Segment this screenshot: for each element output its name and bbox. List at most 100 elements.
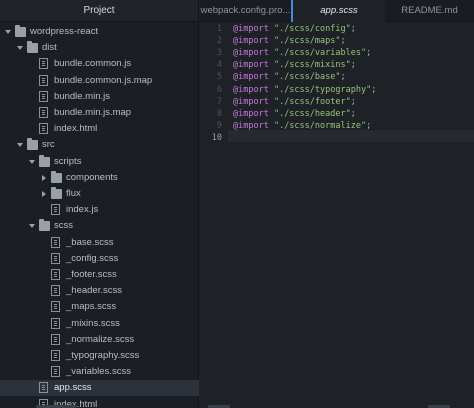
current-line-highlight: [228, 130, 474, 142]
line-number-gutter: 1 2 3 4 5 6 7 8 9 10: [200, 22, 228, 408]
file-icon: [39, 123, 48, 135]
project-sidebar: Project wordpress-react dist bundle.common…: [0, 0, 199, 408]
code-line: @import "./scss/maps";: [233, 35, 346, 47]
tree-item-label: _mixins.scss: [66, 317, 120, 329]
code-keyword: @import: [233, 84, 269, 95]
tree-item-label: app.scss: [54, 382, 92, 394]
tree-folder[interactable]: scripts: [0, 154, 199, 170]
line-number: 4: [216, 60, 222, 71]
tree-file[interactable]: bundle.common.js: [0, 56, 199, 72]
code-punctuation: ;: [371, 84, 377, 95]
tree-item-label: _header.scss: [66, 285, 122, 297]
code-line: @import "./scss/normalize";: [233, 120, 371, 132]
tree-item-label: _normalize.scss: [66, 333, 135, 345]
tree-folder[interactable]: flux: [0, 186, 199, 202]
tree-item-label: components: [66, 171, 118, 183]
tree-file[interactable]: _variables.scss: [0, 364, 199, 380]
tree-file[interactable]: _maps.scss: [0, 299, 199, 315]
tree-item-label: src: [42, 139, 55, 151]
code-punctuation: ;: [340, 36, 346, 47]
line-number: 7: [216, 96, 222, 107]
tree-file[interactable]: _config.scss: [0, 251, 199, 267]
tree-folder[interactable]: dist: [0, 40, 199, 56]
tree-file[interactable]: _mixins.scss: [0, 316, 199, 332]
code-string: "./scss/config": [273, 24, 351, 34]
code-punctuation: ;: [366, 48, 372, 59]
file-icon: [39, 58, 48, 70]
tree-file[interactable]: bundle.min.js.map: [0, 105, 199, 121]
tree-item-label: _variables.scss: [66, 366, 131, 378]
tree-item-label: _base.scss: [66, 236, 114, 248]
tree-folder[interactable]: scss: [0, 218, 199, 234]
line-number: 3: [216, 48, 222, 59]
line-number: 2: [216, 36, 222, 47]
tree-item-label: _maps.scss: [66, 301, 117, 313]
tree-file[interactable]: index.html: [0, 397, 199, 408]
code-string: "./scss/header": [273, 108, 351, 119]
tree-item-label: bundle.common.js: [54, 58, 132, 70]
tab-app-scss[interactable]: app.scss: [291, 0, 385, 22]
code-keyword: @import: [233, 60, 269, 71]
tree-item-label: scss: [54, 220, 73, 232]
tree-file[interactable]: _typography.scss: [0, 348, 199, 364]
code-keyword: @import: [233, 48, 269, 59]
tree-item-label: bundle.common.js.map: [54, 74, 153, 86]
code-line: @import "./scss/mixins";: [233, 59, 356, 71]
tree-file[interactable]: _footer.scss: [0, 267, 199, 283]
tree-folder[interactable]: wordpress-react: [0, 24, 199, 40]
tree-file[interactable]: _base.scss: [0, 235, 199, 251]
folder-icon: [27, 138, 38, 151]
code-string: "./scss/maps": [273, 36, 341, 47]
file-icon: [51, 333, 60, 345]
code-punctuation: ;: [340, 72, 346, 83]
code-string: "./scss/variables": [273, 48, 367, 59]
file-icon: [39, 74, 48, 86]
code-string: "./scss/mixins": [273, 60, 351, 71]
folder-icon: [51, 187, 62, 199]
tree-file[interactable]: _normalize.scss: [0, 332, 199, 348]
tree-item-label: flux: [66, 188, 81, 199]
chevron-down-icon[interactable]: [4, 24, 12, 40]
code-line: @import "./scss/variables";: [233, 47, 371, 59]
code-punctuation: ;: [350, 108, 356, 119]
tab-readme[interactable]: README.md: [385, 0, 474, 22]
chevron-down-icon[interactable]: [16, 40, 24, 56]
tree-file[interactable]: index.html: [0, 121, 199, 137]
chevron-down-icon[interactable]: [16, 137, 24, 153]
tree-file[interactable]: _header.scss: [0, 283, 199, 299]
tree-item-label: index.js: [66, 204, 99, 216]
tree-file[interactable]: app.scss: [0, 380, 199, 397]
code-punctuation: ;: [350, 60, 356, 71]
line-number: 8: [216, 108, 222, 119]
file-icon: [51, 285, 60, 297]
tree-file[interactable]: bundle.min.js: [0, 89, 199, 105]
chevron-down-icon[interactable]: [28, 218, 36, 234]
tree-item-label: bundle.min.js.map: [54, 107, 132, 118]
code-punctuation: ;: [350, 24, 356, 34]
code-keyword: @import: [233, 36, 269, 47]
chevron-right-icon[interactable]: [40, 170, 48, 186]
folder-icon: [51, 170, 62, 183]
chevron-right-icon[interactable]: [40, 186, 48, 202]
tree-item-label: scripts: [54, 155, 82, 167]
code-line: @import "./scss/base";: [233, 71, 346, 83]
line-number: 6: [216, 84, 222, 95]
tree-folder[interactable]: src: [0, 137, 199, 153]
chevron-down-icon[interactable]: [28, 154, 36, 170]
file-icon: [51, 350, 60, 361]
line-number: 5: [216, 72, 222, 83]
file-icon: [39, 90, 48, 102]
line-number: 10: [211, 132, 222, 143]
code-string: "./scss/base": [273, 72, 341, 83]
tree-item-label: _config.scss: [66, 252, 119, 264]
tree-item-label: wordpress-react: [30, 26, 99, 37]
code-string: "./scss/footer": [273, 96, 351, 107]
tree-file[interactable]: bundle.common.js.map: [0, 73, 199, 89]
file-icon: [51, 317, 60, 329]
file-icon: [39, 107, 48, 118]
code-keyword: @import: [233, 24, 269, 34]
tree-file[interactable]: index.js: [0, 202, 199, 218]
line-number: 1: [216, 24, 222, 34]
tree-folder[interactable]: components: [0, 170, 199, 186]
tab-webpack-config[interactable]: webpack.config.pro...: [200, 0, 291, 22]
